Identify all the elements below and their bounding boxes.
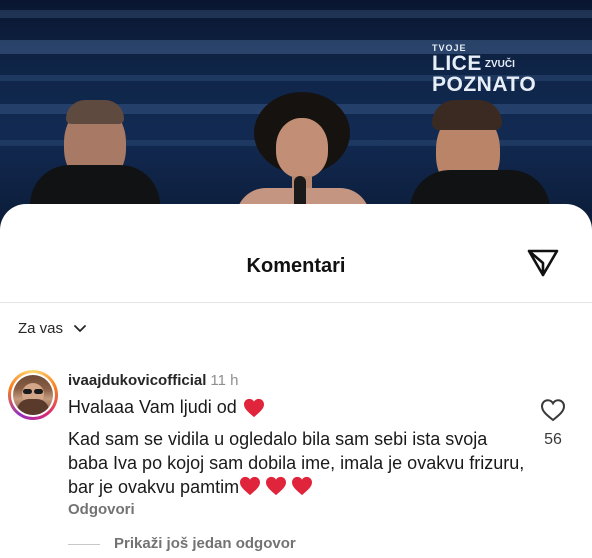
red-heart-icon xyxy=(240,476,261,496)
avatar-photo xyxy=(13,375,53,415)
sheet-title: Komentari xyxy=(246,255,346,277)
comment-header: ivaajdukovicofficial 11 h xyxy=(68,372,238,389)
comment-time: 11 h xyxy=(210,372,239,389)
show-more-replies-button[interactable]: Prikaži još jedan odgovor xyxy=(114,535,296,552)
heart-outline-icon[interactable] xyxy=(540,398,566,422)
comment-line1-text: Hvalaaa Vam ljudi od xyxy=(68,397,237,417)
red-heart-icon xyxy=(292,476,313,496)
reply-button[interactable]: Odgovori xyxy=(68,501,135,518)
red-heart-icon xyxy=(266,476,287,496)
chevron-down-icon xyxy=(74,324,86,332)
comment-username[interactable]: ivaajdukovicofficial xyxy=(68,372,206,389)
send-icon[interactable] xyxy=(525,244,561,280)
like-count: 56 xyxy=(544,431,562,448)
comment-text: Kad sam se vidila u ogledalo bila sam se… xyxy=(68,427,528,499)
divider xyxy=(0,302,592,303)
red-heart-icon xyxy=(243,398,264,417)
show-logo: TVOJE LICE ZVUČI POZNATO xyxy=(432,43,537,96)
comment-text-line1: Hvalaaa Vam ljudi od xyxy=(68,397,265,418)
replies-divider-line xyxy=(68,544,100,545)
comments-sheet: Komentari Za vas ivaajdukovicofficial 11 … xyxy=(0,204,592,558)
stage-light xyxy=(0,10,592,18)
filter-label: Za vas xyxy=(18,320,64,337)
sort-filter-dropdown[interactable]: Za vas xyxy=(18,320,87,337)
avatar[interactable] xyxy=(8,370,58,420)
